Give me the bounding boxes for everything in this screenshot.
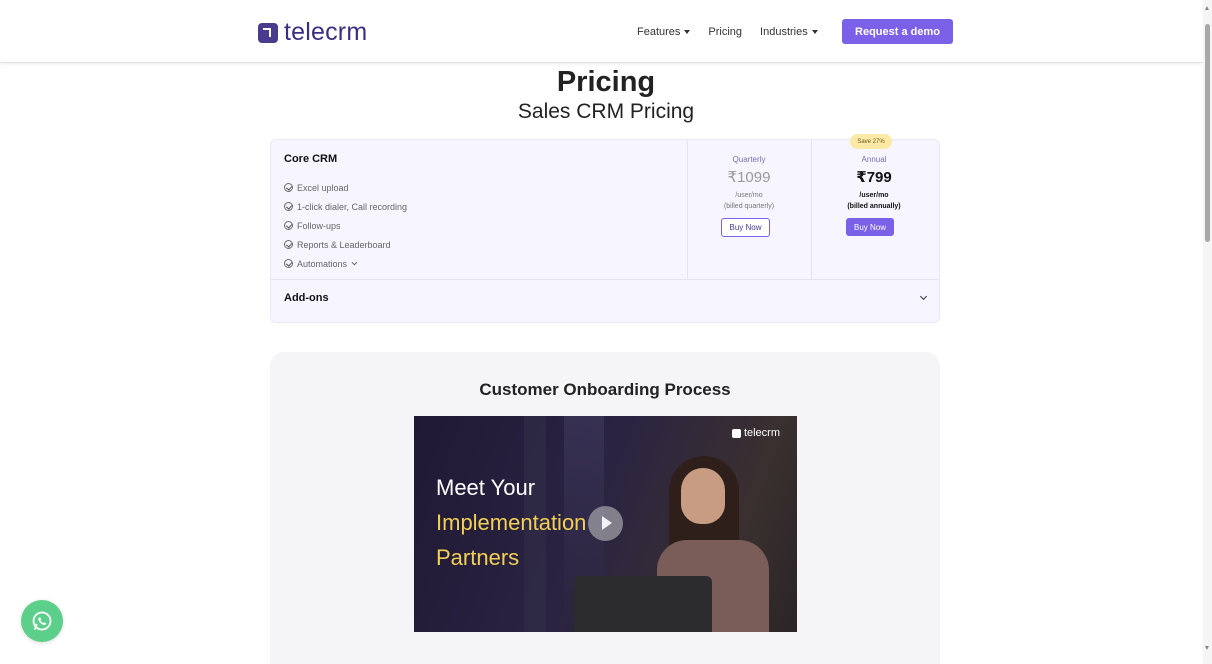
- nav-item-label: Industries: [760, 25, 808, 38]
- logo-icon: [731, 428, 741, 438]
- feature-label: Reports & Leaderboard: [297, 239, 391, 250]
- section-title: Customer Onboarding Process: [479, 380, 731, 399]
- onboarding-section: Customer Onboarding Process telecrm Meet…: [270, 352, 940, 664]
- automations-toggle[interactable]: Automations: [284, 254, 407, 273]
- save-badge: Save 27%: [850, 134, 892, 149]
- nav-item-industries[interactable]: Industries: [760, 26, 818, 38]
- video-heading-line: Implementation: [436, 510, 587, 535]
- page-subtitle: Sales CRM Pricing: [517, 100, 695, 123]
- list-item: Reports & Leaderboard: [284, 235, 407, 254]
- check-circle-icon: [284, 259, 293, 268]
- check-circle-icon: [284, 202, 293, 211]
- feature-label: Follow-ups: [297, 220, 341, 231]
- page-scrollbar[interactable]: [1203, 0, 1212, 664]
- price-unit: /user/mo (billed annually): [812, 190, 936, 212]
- main-nav: Features Pricing Industries: [637, 19, 836, 44]
- logo-text: telecrm: [284, 18, 368, 46]
- check-circle-icon: [284, 240, 293, 249]
- buy-now-annual-button[interactable]: Buy Now: [846, 218, 894, 236]
- caret-down-icon: [684, 29, 691, 34]
- billing-period: Quarterly: [732, 155, 766, 164]
- video-heading-line: Meet Your: [436, 475, 536, 500]
- nav-item-label: Features: [637, 25, 681, 38]
- request-demo-button[interactable]: Request a demo: [842, 19, 953, 44]
- site-header: telecrm Features Pricing Industries Requ…: [0, 0, 1203, 63]
- laptop-image: [574, 576, 712, 632]
- check-circle-icon: [284, 221, 293, 230]
- feature-label: Automations: [297, 258, 348, 269]
- scroll-up-icon[interactable]: [1205, 6, 1209, 10]
- addons-toggle[interactable]: [271, 280, 939, 322]
- plan-details: Core CRM Excel upload 1-click dialer, Ca…: [271, 140, 687, 279]
- plan-name: Core CRM: [284, 153, 338, 165]
- chevron-down-icon: [351, 259, 358, 265]
- video-logo-text: telecrm: [743, 427, 780, 439]
- price-unit: /user/mo (billed quarterly): [687, 190, 811, 212]
- whatsapp-button[interactable]: [21, 600, 63, 642]
- nav-item-label: Pricing: [708, 25, 743, 38]
- check-circle-icon: [284, 183, 293, 192]
- video-heading-line: Partners: [436, 545, 520, 570]
- presenter-face: [681, 468, 725, 524]
- buy-now-quarterly-button[interactable]: Buy Now: [721, 218, 770, 237]
- scroll-thumb[interactable]: [1205, 24, 1210, 242]
- caret-down-icon: [811, 29, 818, 34]
- list-item: Excel upload: [284, 178, 407, 197]
- price-unit-label: /user/mo: [859, 192, 889, 199]
- video-logo: telecrm: [731, 427, 780, 439]
- price-unit-label: /user/mo: [735, 192, 763, 199]
- scroll-down-icon[interactable]: [1205, 646, 1209, 650]
- onboarding-video[interactable]: telecrm Meet Your Implementation Partner…: [414, 416, 797, 632]
- logo[interactable]: telecrm: [258, 18, 367, 47]
- annual-price: Annual ₹799 /user/mo (billed annually) B…: [812, 140, 936, 279]
- nav-item-features[interactable]: Features: [637, 25, 691, 38]
- feature-label: 1-click dialer, Call recording: [297, 201, 408, 212]
- billing-note: (billed annually): [847, 203, 901, 210]
- price-amount: ₹799: [856, 169, 892, 186]
- list-item: Follow-ups: [284, 216, 407, 235]
- pricing-card: Core CRM Excel upload 1-click dialer, Ca…: [270, 139, 940, 323]
- feature-label: Excel upload: [297, 182, 349, 193]
- price-amount: ₹1099: [727, 169, 771, 186]
- feature-list: Excel upload 1-click dialer, Call record…: [284, 178, 407, 273]
- play-icon[interactable]: [588, 506, 623, 541]
- quarterly-price: Quarterly ₹1099 /user/mo (billed quarter…: [687, 140, 811, 279]
- logo-icon: [258, 22, 278, 43]
- billing-period: Annual: [861, 155, 887, 164]
- whatsapp-icon: [32, 611, 52, 631]
- page-title: Pricing: [556, 66, 656, 98]
- nav-item-pricing[interactable]: Pricing: [708, 26, 742, 38]
- addons-label: Add-ons: [284, 292, 329, 304]
- billing-note: (billed quarterly): [723, 203, 775, 210]
- list-item: 1-click dialer, Call recording: [284, 197, 407, 216]
